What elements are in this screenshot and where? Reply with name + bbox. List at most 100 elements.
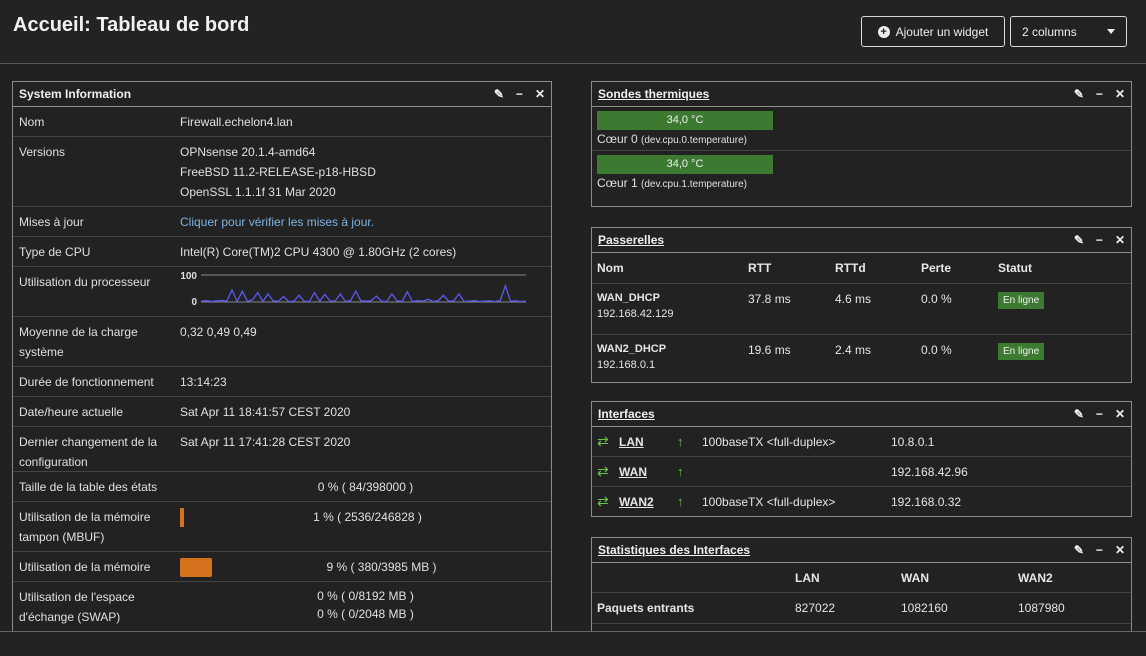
cpu-min-label: 0 <box>191 297 197 308</box>
row-mbuf: Utilisation de la mémoire tampon (MBUF) … <box>13 502 551 552</box>
widget-header: Sondes thermiques ✎ − ✕ <box>592 82 1131 107</box>
edit-pencil-icon[interactable]: ✎ <box>1074 543 1084 557</box>
interface-name-link[interactable]: WAN2 <box>619 495 677 509</box>
close-icon[interactable]: ✕ <box>1115 543 1125 557</box>
table-row: WAN_DHCP 192.168.42.129 37.8 ms 4.6 ms 0… <box>592 284 1131 335</box>
row-value: Firewall.echelon4.lan <box>180 115 293 129</box>
row-label: Date/heure actuelle <box>19 405 124 419</box>
divider <box>592 146 1131 151</box>
row-memory: Utilisation de la mémoire 9 % ( 380/3985… <box>13 552 551 582</box>
footer-bar <box>0 631 1146 656</box>
memory-usage-bar <box>180 558 212 577</box>
row-uptime: Durée de fonctionnement 13:14:23 <box>13 367 551 397</box>
top-bar: Accueil: Tableau de bord + Ajouter un wi… <box>0 0 1146 64</box>
page-title: Accueil: Tableau de bord <box>13 14 250 36</box>
cell-value: 827022 <box>795 601 836 615</box>
gateway-ip: 192.168.42.129 <box>597 308 674 320</box>
row-value: 13:14:23 <box>180 375 227 389</box>
row-label: Taille de la table des états <box>19 480 158 494</box>
widget-title[interactable]: Passerelles <box>598 233 664 247</box>
column-header: LAN <box>795 570 820 585</box>
minimize-icon[interactable]: − <box>516 87 523 101</box>
column-header: RTTd <box>835 261 866 275</box>
minimize-icon[interactable]: − <box>1096 543 1103 557</box>
interface-media: 100baseTX <full-duplex> <box>702 434 836 449</box>
edit-pencil-icon[interactable]: ✎ <box>494 87 504 101</box>
row-value: Sat Apr 11 17:41:28 CEST 2020 <box>180 435 351 449</box>
thermal-sensors-widget: Sondes thermiques ✎ − ✕ 34,0 °C Cœur 0 (… <box>591 81 1132 207</box>
column-header: Nom <box>597 261 624 275</box>
swap-value: 0 % ( 0/8192 MB ) <box>317 589 414 603</box>
table-header: LAN WAN WAN2 <box>592 563 1131 593</box>
minimize-icon[interactable]: − <box>1096 407 1103 421</box>
column-header: Statut <box>998 261 1032 275</box>
row-versions: Versions OPNsense 20.1.4-amd64 FreeBSD 1… <box>13 137 551 207</box>
row-states: Taille de la table des états 0 % ( 84/39… <box>13 472 551 502</box>
row-swap: Utilisation de l'espace d'échange (SWAP)… <box>13 582 551 634</box>
cell-value: 1087980 <box>1018 601 1065 615</box>
gateway-rttd: 4.6 ms <box>835 292 872 306</box>
plus-circle-icon: + <box>877 25 890 38</box>
row-label: Moyenne de la charge système <box>19 325 138 359</box>
thermal-sensor: 34,0 °C Cœur 1 (dev.cpu.1.temperature) <box>592 155 1131 190</box>
edit-pencil-icon[interactable]: ✎ <box>1074 233 1084 247</box>
row-updates: Mises à jour Cliquer pour vérifier les m… <box>13 207 551 237</box>
close-icon[interactable]: ✕ <box>1115 87 1125 101</box>
row-value: 9 % ( 380/3985 MB ) <box>326 560 437 574</box>
minimize-icon[interactable]: − <box>1096 87 1103 101</box>
close-icon[interactable]: ✕ <box>1115 233 1125 247</box>
widget-title[interactable]: Interfaces <box>598 407 655 421</box>
widget-title[interactable]: Sondes thermiques <box>598 87 709 101</box>
exchange-icon: ⇄ <box>597 493 609 509</box>
gateway-loss: 0.0 % <box>921 292 952 306</box>
columns-select[interactable]: 2 columns <box>1010 16 1127 47</box>
sensor-name: Cœur 0 <box>597 132 638 146</box>
table-row: Paquets entrants 827022 1082160 1087980 <box>592 593 1131 624</box>
row-label: Utilisation de la mémoire <box>19 560 151 574</box>
widget-title[interactable]: Statistiques des Interfaces <box>598 543 750 557</box>
arrow-up-icon: ↑ <box>677 434 684 449</box>
edit-pencil-icon[interactable]: ✎ <box>1074 87 1084 101</box>
row-label: Mises à jour <box>19 215 84 229</box>
interface-ip: 192.168.42.96 <box>891 464 968 479</box>
widget-header: Statistiques des Interfaces ✎ − ✕ <box>592 538 1131 563</box>
row-label: Durée de fonctionnement <box>19 375 154 389</box>
close-icon[interactable]: ✕ <box>1115 407 1125 421</box>
version-line: FreeBSD 11.2-RELEASE-p18-HBSD <box>180 165 376 179</box>
interface-statistics-widget: Statistiques des Interfaces ✎ − ✕ LAN WA… <box>591 537 1132 633</box>
minimize-icon[interactable]: − <box>1096 233 1103 247</box>
check-updates-link[interactable]: Cliquer pour vérifier les mises à jour. <box>180 215 374 229</box>
gateways-widget: Passerelles ✎ − ✕ Nom RTT RTTd Perte Sta… <box>591 227 1132 383</box>
column-header: RTT <box>748 261 772 275</box>
interface-media: 100baseTX <full-duplex> <box>702 494 836 509</box>
row-label: Utilisation du processeur <box>19 275 151 289</box>
row-label: Nom <box>19 115 45 129</box>
sensor-name: Cœur 1 <box>597 176 638 190</box>
status-badge: En ligne <box>998 343 1045 360</box>
edit-pencil-icon[interactable]: ✎ <box>1074 407 1084 421</box>
cell-value: 1082160 <box>901 601 948 615</box>
interface-name-link[interactable]: LAN <box>619 435 677 449</box>
sensor-label: Cœur 0 (dev.cpu.0.temperature) <box>592 130 1131 146</box>
row-label: Paquets entrants <box>597 601 695 615</box>
version-line: OPNsense 20.1.4-amd64 <box>180 145 316 159</box>
interface-name-link[interactable]: WAN <box>619 465 677 479</box>
row-value: Sat Apr 11 18:41:57 CEST 2020 <box>180 405 351 419</box>
widget-header: Passerelles ✎ − ✕ <box>592 228 1131 253</box>
add-widget-button[interactable]: + Ajouter un widget <box>861 16 1005 47</box>
column-header: Perte <box>921 261 952 275</box>
row-config-change: Dernier changement de la configuration S… <box>13 427 551 472</box>
system-information-widget: System Information ✎ − ✕ Nom Firewall.ec… <box>12 81 552 633</box>
table-header: Nom RTT RTTd Perte Statut <box>592 253 1131 284</box>
interface-row: ⇄ WAN2 ↑ 100baseTX <full-duplex> 192.168… <box>592 487 1131 516</box>
columns-select-value: 2 columns <box>1022 24 1077 39</box>
row-value: 0 % ( 84/398000 ) <box>317 480 414 494</box>
gateway-name: WAN2_DHCP <box>597 343 667 355</box>
row-value: 0,32 0,49 0,49 <box>180 325 257 339</box>
swap-value: 0 % ( 0/2048 MB ) <box>317 607 414 621</box>
widget-header: Interfaces ✎ − ✕ <box>592 402 1131 427</box>
sensor-device: (dev.cpu.1.temperature) <box>641 179 747 190</box>
sensor-device: (dev.cpu.0.temperature) <box>641 135 747 146</box>
interface-row: ⇄ LAN ↑ 100baseTX <full-duplex> 10.8.0.1 <box>592 427 1131 457</box>
close-icon[interactable]: ✕ <box>535 87 545 101</box>
